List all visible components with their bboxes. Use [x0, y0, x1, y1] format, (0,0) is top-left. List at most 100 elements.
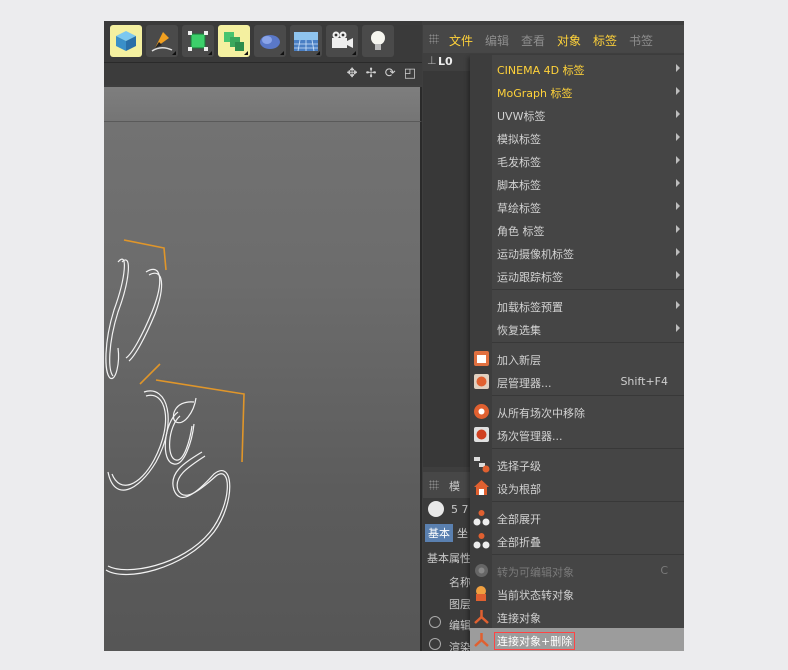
submenu-arrow-icon	[676, 202, 680, 210]
camera-icon[interactable]	[326, 25, 358, 57]
submenu-arrow-icon	[676, 225, 680, 233]
tab-basic[interactable]: 基本	[425, 524, 453, 542]
attributes-tab[interactable]: 模	[449, 478, 460, 494]
select-children-icon	[474, 457, 490, 473]
menu-file[interactable]: 文件	[449, 32, 473, 49]
menu-item-label: 全部折叠	[497, 536, 541, 549]
menu-item-label: 全部展开	[497, 513, 541, 526]
attribute-object-icon	[428, 501, 444, 517]
menu-separator	[492, 554, 684, 555]
new-layer-icon	[474, 351, 489, 366]
menu-item-add-new-layer[interactable]: 加入新层	[470, 347, 684, 370]
viewport-nav-bar: ✥ ✢ ⟳ ◰	[104, 62, 422, 85]
menu-edit[interactable]: 编辑	[485, 32, 509, 49]
menu-item-label: 设为根部	[497, 483, 541, 496]
attr-name-label: 名称	[449, 576, 471, 589]
radio-editor[interactable]	[429, 616, 441, 628]
menu-item-connect-objects-delete[interactable]: 连接对象+删除	[470, 628, 684, 651]
submenu-arrow-icon	[676, 133, 680, 141]
floor-icon[interactable]	[290, 25, 322, 57]
collapse-all-icon	[473, 533, 490, 549]
menu-separator	[492, 342, 684, 343]
menu-item-label: 运动跟踪标签	[497, 271, 563, 284]
attr-section-title: 基本属性	[427, 552, 471, 565]
menu-item-label: 角色 标签	[497, 225, 545, 238]
attribute-count: 5 7	[451, 503, 469, 516]
3d-viewport[interactable]	[104, 122, 422, 651]
menu-item-label: 层管理器...	[497, 377, 552, 390]
current-state-icon	[476, 586, 486, 601]
deformer-icon[interactable]	[254, 25, 286, 57]
menu-item-uvw-tags[interactable]: UVW标签	[470, 103, 684, 126]
menu-item-connect-objects[interactable]: 连接对象	[470, 605, 684, 628]
menu-item-motion-tracking-tags[interactable]: 运动跟踪标签	[470, 264, 684, 287]
menu-item-label: 草绘标签	[497, 202, 541, 215]
viewport-nav-icons[interactable]: ✥ ✢ ⟳ ◰	[347, 66, 418, 81]
menu-item-current-state-to-object[interactable]: 当前状态转对象	[470, 582, 684, 605]
attributes-grip-icon[interactable]	[429, 480, 439, 490]
menu-item-sketch-tags[interactable]: 草绘标签	[470, 195, 684, 218]
menu-item-hair-tags[interactable]: 毛发标签	[470, 149, 684, 172]
cube-icon[interactable]	[110, 25, 142, 57]
submenu-arrow-icon	[676, 301, 680, 309]
menu-item-make-editable: 转为可编辑对象 C	[470, 559, 684, 582]
menu-item-set-as-root[interactable]: 设为根部	[470, 476, 684, 499]
radio-render[interactable]	[429, 638, 441, 650]
menu-item-mograph-tags[interactable]: MoGraph 标签	[470, 80, 684, 103]
panel-grip-icon[interactable]	[429, 34, 439, 44]
submenu-arrow-icon	[676, 248, 680, 256]
menu-shortcut: C	[660, 564, 668, 577]
submenu-arrow-icon	[676, 156, 680, 164]
menu-item-take-manager[interactable]: 场次管理器...	[470, 423, 684, 446]
modifier-icon[interactable]	[218, 25, 250, 57]
menu-separator	[492, 448, 684, 449]
menu-item-label: 脚本标签	[497, 179, 541, 192]
menu-item-label: 连接对象+删除	[493, 632, 576, 650]
tags-context-menu: CINEMA 4D 标签 MoGraph 标签 UVW标签模拟标签毛发标签脚本标签草…	[470, 55, 684, 651]
menu-shortcut: Shift+F4	[620, 375, 668, 388]
menu-item-script-tags[interactable]: 脚本标签	[470, 172, 684, 195]
take-manager-icon	[474, 427, 489, 442]
light-icon[interactable]	[362, 25, 394, 57]
menu-item-load-tag-preset[interactable]: 加载标签预置	[470, 294, 684, 317]
object-layer-label[interactable]: L0	[438, 55, 453, 68]
attr-editor-label: 编辑	[449, 619, 471, 632]
menu-item-label: UVW标签	[497, 110, 546, 123]
menu-item-select-children[interactable]: 选择子级	[470, 453, 684, 476]
menu-item-remove-from-takes[interactable]: 从所有场次中移除	[470, 400, 684, 423]
menu-item-label: 毛发标签	[497, 156, 541, 169]
menu-item-label: 选择子级	[497, 460, 541, 473]
remove-takes-icon	[474, 404, 489, 419]
layer-manager-icon	[474, 374, 489, 389]
tab-coord[interactable]: 坐	[457, 525, 468, 541]
submenu-arrow-icon	[676, 179, 680, 187]
menu-item-label: 转为可编辑对象	[497, 566, 574, 579]
menu-item-label: MoGraph 标签	[497, 87, 573, 100]
menu-item-character-tags[interactable]: 角色 标签	[470, 218, 684, 241]
object-manager-menubar: 文件 编辑 查看 对象 标签 书签	[423, 25, 684, 53]
menu-item-expand-all[interactable]: 全部展开	[470, 506, 684, 529]
menu-item-label: 当前状态转对象	[497, 589, 574, 602]
spline-artwork	[105, 239, 245, 576]
menu-item-motion-camera-tags[interactable]: 运动摄像机标签	[470, 241, 684, 264]
menu-item-collapse-all[interactable]: 全部折叠	[470, 529, 684, 552]
menu-item-restore-selection[interactable]: 恢复选集	[470, 317, 684, 340]
attr-layer-label: 图层	[449, 598, 471, 611]
menu-object[interactable]: 对象	[557, 32, 581, 49]
hierarchy-icon: ⊥	[427, 54, 437, 67]
expand-all-icon	[473, 510, 490, 526]
menu-item-label: CINEMA 4D 标签	[497, 64, 585, 77]
menu-item-cinema4d-tags[interactable]: CINEMA 4D 标签	[470, 57, 684, 80]
menu-tags[interactable]: 标签	[593, 32, 617, 49]
menu-item-simulation-tags[interactable]: 模拟标签	[470, 126, 684, 149]
submenu-arrow-icon	[676, 110, 680, 118]
menu-bookmarks[interactable]: 书签	[629, 32, 653, 49]
menu-separator	[492, 395, 684, 396]
submenu-arrow-icon	[676, 324, 680, 332]
menu-item-label: 模拟标签	[497, 133, 541, 146]
menu-item-layer-manager[interactable]: 层管理器... Shift+F4	[470, 370, 684, 393]
pen-icon[interactable]	[146, 25, 178, 57]
menu-view[interactable]: 查看	[521, 32, 545, 49]
menu-item-label: 从所有场次中移除	[497, 407, 585, 420]
transform-icon[interactable]	[182, 25, 214, 57]
